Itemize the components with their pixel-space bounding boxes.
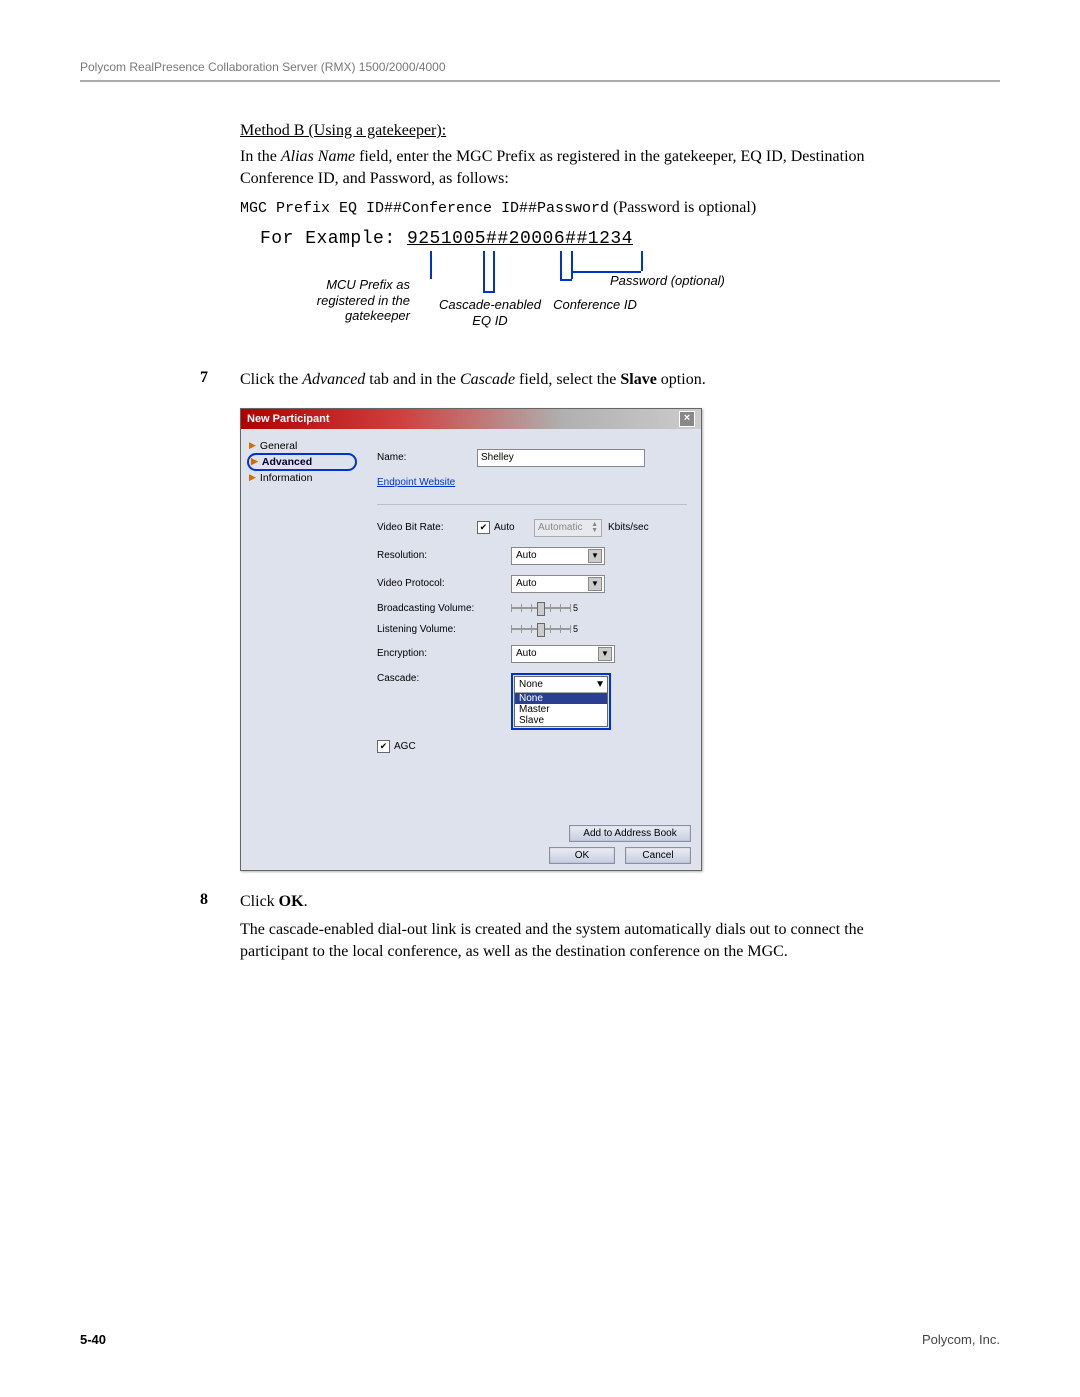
- close-icon[interactable]: ×: [679, 411, 695, 427]
- page-footer: 5-40 Polycom, Inc.: [80, 1332, 1000, 1347]
- resolution-label: Resolution:: [377, 550, 477, 561]
- name-input[interactable]: [477, 449, 645, 467]
- resolution-select[interactable]: Auto ▼: [511, 547, 605, 565]
- dialog-nav: ▶ General ▶ Advanced ▶ Information: [241, 429, 363, 819]
- listening-volume-slider[interactable]: 5: [511, 624, 578, 634]
- page-number: 5-40: [80, 1332, 106, 1347]
- chevron-down-icon: ▼: [595, 679, 605, 690]
- endpoint-website-link[interactable]: Endpoint Website: [377, 477, 455, 488]
- broadcasting-vol-label: Broadcasting Volume:: [377, 603, 497, 614]
- video-protocol-select[interactable]: Auto ▼: [511, 575, 605, 593]
- step-number-8: 8: [200, 891, 240, 970]
- method-b-paragraph: In the Alias Name field, enter the MGC P…: [240, 146, 920, 191]
- step-8-paragraph: The cascade-enabled dial-out link is cre…: [240, 919, 920, 964]
- chevron-right-icon: ▶: [249, 472, 256, 483]
- agc-checkbox[interactable]: ✔: [377, 740, 390, 753]
- nav-information[interactable]: ▶ Information: [247, 471, 357, 485]
- chevron-down-icon: ▼: [588, 577, 602, 591]
- listening-vol-label: Listening Volume:: [377, 624, 497, 635]
- cascade-select[interactable]: None ▼ None Master Slave: [514, 676, 608, 727]
- name-label: Name:: [377, 452, 477, 463]
- bitrate-spinner: Automatic ▲▼: [534, 519, 602, 537]
- cascade-option-master[interactable]: Master: [515, 704, 607, 715]
- ok-button[interactable]: OK: [549, 847, 615, 864]
- chevron-right-icon: ▶: [249, 440, 256, 451]
- syntax-line: MGC Prefix EQ ID##Conference ID##Passwor…: [240, 197, 920, 219]
- cascade-option-none[interactable]: None: [515, 693, 607, 704]
- video-protocol-label: Video Protocol:: [377, 578, 477, 589]
- nav-advanced[interactable]: ▶ Advanced: [247, 453, 357, 471]
- dialog-titlebar: New Participant ×: [241, 409, 701, 429]
- method-b-heading: Method B (Using a gatekeeper):: [240, 122, 920, 140]
- new-participant-dialog: New Participant × ▶ General ▶ Advanced ▶…: [240, 408, 702, 871]
- add-to-address-book-button[interactable]: Add to Address Book: [569, 825, 691, 842]
- video-bitrate-label: Video Bit Rate:: [377, 522, 477, 533]
- cascade-option-slave[interactable]: Slave: [515, 715, 607, 726]
- step-8-line1: Click OK.: [240, 891, 920, 913]
- nav-general[interactable]: ▶ General: [247, 439, 357, 453]
- footer-company: Polycom, Inc.: [922, 1332, 1000, 1347]
- cancel-button[interactable]: Cancel: [625, 847, 691, 864]
- example-diagram: For Example: 9251005##20006##1234 MCU Pr…: [260, 229, 920, 349]
- broadcasting-volume-slider[interactable]: 5: [511, 603, 578, 613]
- cascade-highlight: None ▼ None Master Slave: [511, 673, 611, 730]
- chevron-down-icon: ▼: [598, 647, 612, 661]
- page-header: Polycom RealPresence Collaboration Serve…: [80, 60, 1000, 82]
- encryption-select[interactable]: Auto ▼: [511, 645, 615, 663]
- encryption-label: Encryption:: [377, 648, 477, 659]
- cascade-label: Cascade:: [377, 673, 477, 684]
- step-number-7: 7: [200, 369, 240, 397]
- chevron-down-icon: ▼: [588, 549, 602, 563]
- step-7-text: Click the Advanced tab and in the Cascad…: [240, 369, 920, 391]
- auto-bitrate-checkbox[interactable]: ✔: [477, 521, 490, 534]
- chevron-right-icon: ▶: [251, 456, 258, 467]
